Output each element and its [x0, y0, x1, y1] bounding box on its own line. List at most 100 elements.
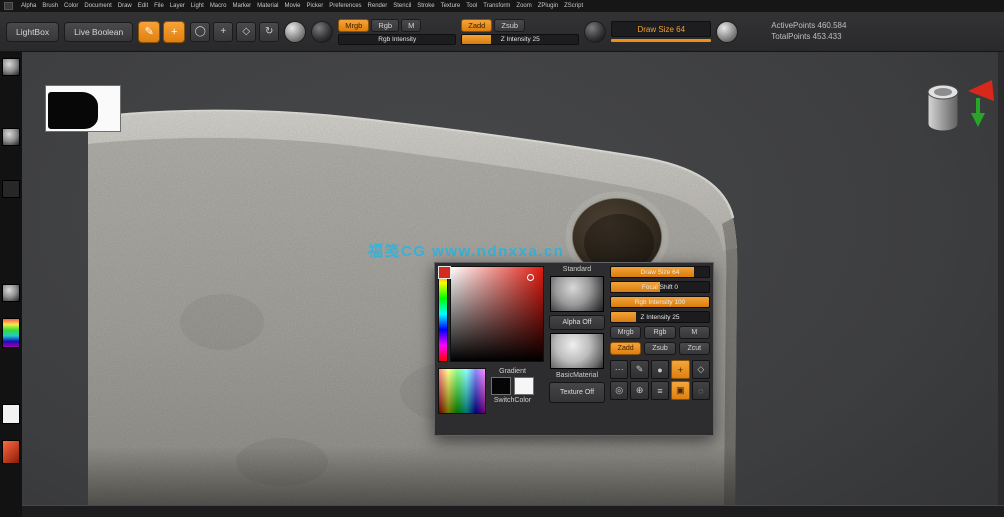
material-ball-icon[interactable]: [284, 20, 307, 43]
menubar-item[interactable]: ZPlugin: [538, 3, 558, 9]
move-icon[interactable]: +: [671, 360, 690, 379]
frame-icon[interactable]: ◎: [610, 381, 629, 400]
menubar-items: Alpha Brush Color Document Draw Edit File Layer…: [21, 3, 583, 9]
menubar-item[interactable]: Alpha: [21, 3, 36, 9]
mrgb-button[interactable]: Mrgb: [610, 326, 642, 339]
aa-half-icon[interactable]: ◌: [691, 381, 710, 400]
zadd-button[interactable]: Zadd: [610, 342, 642, 355]
popup-sculpt-modes: Zadd Zsub Zcut: [610, 342, 710, 355]
lightbox-button[interactable]: LightBox: [6, 21, 60, 42]
perspective-icon[interactable]: [584, 20, 607, 43]
current-brush-icon[interactable]: ✎: [138, 20, 161, 43]
gradient-label: Gradient: [499, 368, 526, 375]
texture-off-button[interactable]: Texture Off: [549, 382, 605, 403]
menubar-item[interactable]: Movie: [285, 3, 301, 9]
menubar-item[interactable]: Tool: [466, 3, 477, 9]
menubar-item[interactable]: ZScript: [564, 3, 583, 9]
draw-pointer-icon[interactable]: ◯: [190, 21, 211, 42]
menubar-item[interactable]: Color: [64, 3, 78, 9]
material-sphere-thumb-1[interactable]: [2, 58, 20, 76]
menubar-item[interactable]: Render: [368, 3, 388, 9]
spectrum-swatch[interactable]: [438, 368, 486, 414]
zsub-button[interactable]: Zsub: [644, 342, 676, 355]
color-picker[interactable]: [438, 266, 544, 362]
menubar-item[interactable]: Picker: [307, 3, 324, 9]
alpha-preview[interactable]: [45, 85, 121, 132]
menubar-item[interactable]: File: [154, 3, 164, 9]
color-spectrum-thumb[interactable]: [2, 318, 20, 348]
z-intensity-slider[interactable]: Z Intensity 25: [610, 311, 710, 323]
zadd-button[interactable]: Zadd: [461, 18, 493, 32]
focal-shift-slider[interactable]: Focal Shift 0: [610, 281, 710, 293]
zcut-button[interactable]: Zcut: [678, 342, 710, 355]
watermark-text: 福笺CG www.ndnxxa.cn: [368, 243, 565, 260]
total-points: TotalPoints 453.433: [771, 31, 842, 41]
texture-slot-thumb[interactable]: [2, 180, 20, 198]
sculpt-mode-group: Zadd Zsub Z Intensity 25: [461, 18, 580, 45]
m-button[interactable]: M: [678, 326, 710, 339]
m-button[interactable]: M: [401, 18, 422, 32]
rotate-icon[interactable]: ↻: [259, 21, 280, 42]
zsub-button[interactable]: Zsub: [494, 18, 526, 32]
scroll-icon[interactable]: ≡: [650, 381, 670, 400]
main-color-swatch[interactable]: [2, 404, 20, 424]
color-ball-icon[interactable]: [311, 20, 334, 43]
material-sphere-thumb-2[interactable]: [2, 128, 20, 146]
brush-thumbnail[interactable]: [550, 276, 604, 312]
menubar-item[interactable]: Edit: [138, 3, 148, 9]
menubar-item[interactable]: Material: [257, 3, 278, 9]
point-stats: ActivePoints 460.584 TotalPoints 453.433: [771, 21, 846, 43]
mrgb-button[interactable]: Mrgb: [338, 18, 370, 32]
draw-size-slider[interactable]: Draw Size 64: [611, 21, 712, 37]
quick-palette-popup: Gradient SwitchColor Standard Alpha Off …: [434, 262, 714, 436]
material-sphere-thumb-3[interactable]: [2, 284, 20, 302]
menubar-item[interactable]: Layer: [170, 3, 185, 9]
rgb-intensity-slider[interactable]: Rgb Intensity: [338, 33, 457, 45]
stroke-dots-icon[interactable]: ⋯: [610, 360, 629, 379]
edit-icon[interactable]: ✎: [630, 360, 649, 379]
scale-icon[interactable]: ◇: [236, 21, 257, 42]
move-icon[interactable]: +: [213, 21, 234, 42]
icon-glyph: +: [171, 25, 178, 38]
menubar-item[interactable]: Light: [191, 3, 204, 9]
menubar-item[interactable]: Stencil: [393, 3, 411, 9]
white-swatch[interactable]: [514, 377, 534, 395]
menubar-item[interactable]: Brush: [42, 3, 58, 9]
black-swatch[interactable]: [491, 377, 511, 395]
material-thumbnail[interactable]: [550, 333, 604, 369]
hue-strip[interactable]: [438, 266, 448, 362]
menubar-item[interactable]: Texture: [441, 3, 461, 9]
switch-color-button[interactable]: SwitchColor: [491, 397, 534, 404]
menubar-item[interactable]: Preferences: [329, 3, 361, 9]
menubar-item[interactable]: Zoom: [516, 3, 531, 9]
actual-size-icon[interactable]: ▣: [671, 381, 690, 400]
document-bottom-edge: [22, 505, 1004, 517]
menubar-item[interactable]: Marker: [232, 3, 251, 9]
focal-shift-icon[interactable]: [716, 20, 739, 43]
gradient-swatch-icon[interactable]: +: [163, 20, 186, 43]
right-edge-strip: [998, 52, 1004, 505]
current-color-swatch: [438, 266, 451, 279]
draw-size-slider[interactable]: Draw Size 64: [610, 266, 710, 278]
saturation-value-square[interactable]: [450, 266, 544, 362]
rgb-button[interactable]: Rgb: [644, 326, 676, 339]
rgb-intensity-slider[interactable]: Rgb Intensity 100: [610, 296, 710, 308]
draw-icon[interactable]: ●: [650, 360, 670, 379]
menubar-item[interactable]: Macro: [210, 3, 227, 9]
zoom-icon[interactable]: ⊕: [630, 381, 649, 400]
camera-gizmo[interactable]: [916, 76, 1000, 140]
alpha-off-button[interactable]: Alpha Off: [549, 315, 605, 330]
left-tray: [0, 52, 22, 517]
menubar-item[interactable]: Transform: [483, 3, 510, 9]
menubar: Alpha Brush Color Document Draw Edit File Layer…: [0, 0, 1004, 12]
live-boolean-button[interactable]: Live Boolean: [64, 21, 134, 42]
scale-icon[interactable]: ◇: [691, 360, 710, 379]
draw-size-indicator: [611, 39, 712, 42]
menubar-item[interactable]: Stroke: [417, 3, 434, 9]
icon-glyph: ◇: [697, 364, 705, 374]
rgb-button[interactable]: Rgb: [371, 18, 400, 32]
secondary-color-swatch[interactable]: [2, 440, 20, 464]
menubar-item[interactable]: Draw: [118, 3, 132, 9]
menubar-item[interactable]: Document: [84, 3, 111, 9]
z-intensity-slider[interactable]: Z Intensity 25: [461, 33, 580, 45]
